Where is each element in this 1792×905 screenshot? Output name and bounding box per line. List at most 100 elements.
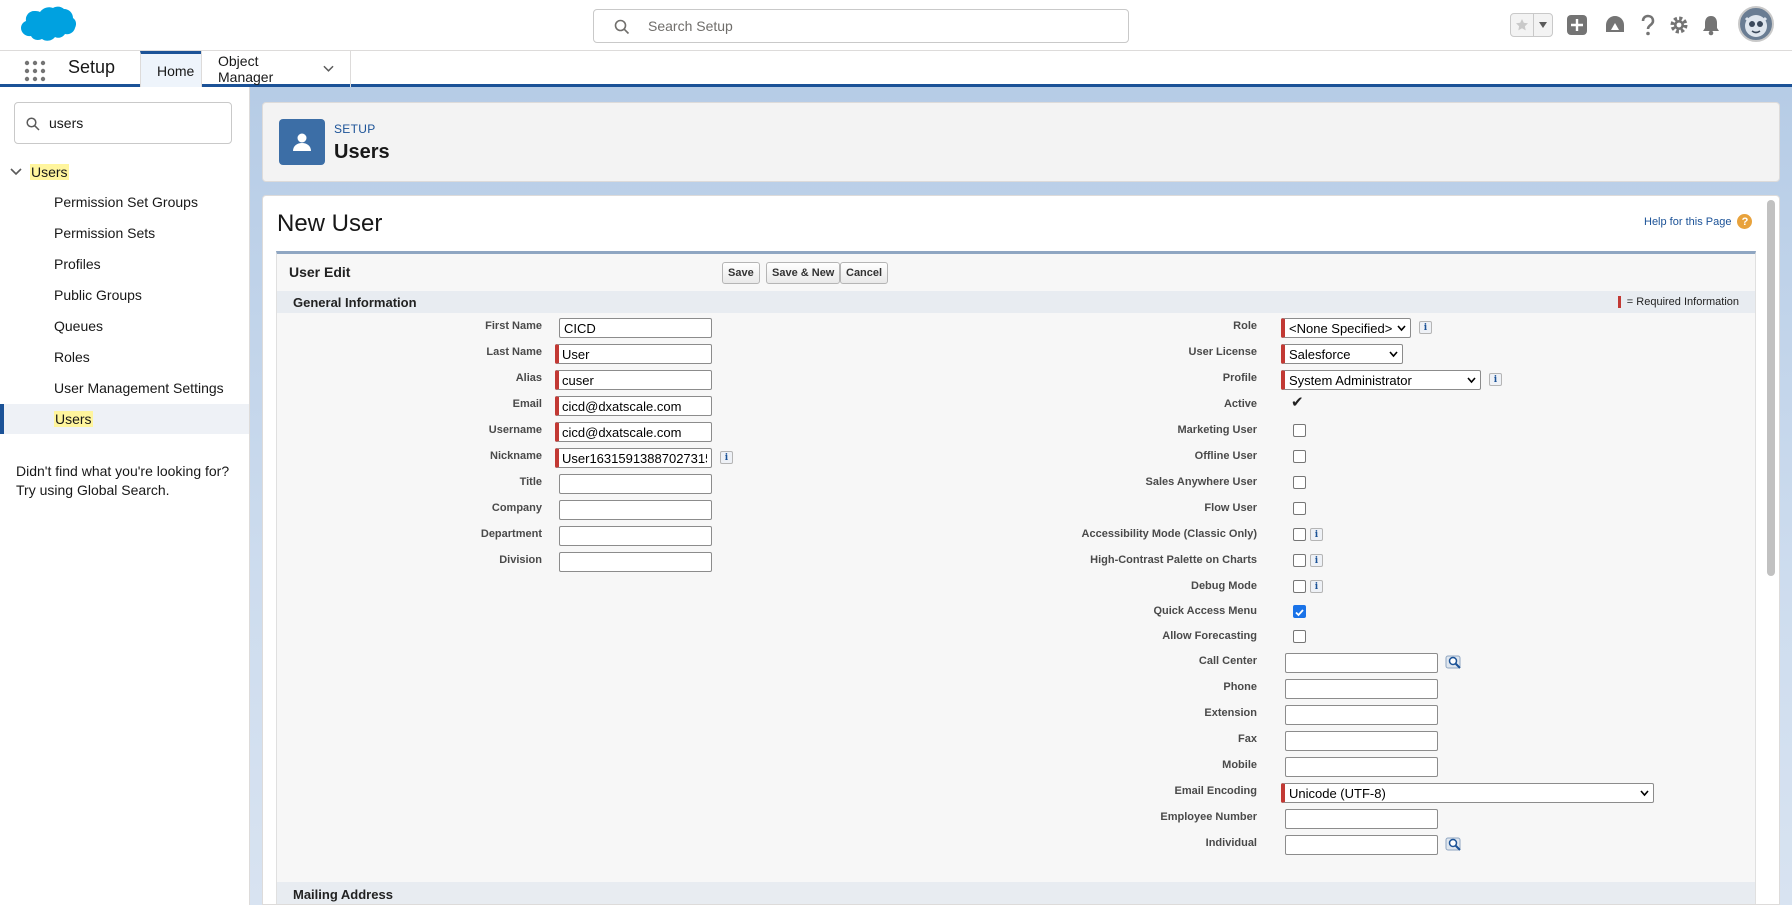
sidebar-item-label: User Management Settings xyxy=(54,380,224,396)
help-link-label: Help for this Page xyxy=(1644,215,1732,228)
save-new-button[interactable]: Save & New xyxy=(766,262,841,284)
label-high-contrast: High-Contrast Palette on Charts xyxy=(1090,554,1257,566)
global-search-input[interactable] xyxy=(646,16,1106,36)
block-title: User Edit xyxy=(289,264,351,280)
avatar[interactable] xyxy=(1738,6,1774,42)
flow-user-checkbox[interactable] xyxy=(1293,502,1306,515)
tree-node-users[interactable]: Users xyxy=(10,162,69,182)
info-icon[interactable]: i xyxy=(720,451,733,464)
title-field[interactable] xyxy=(559,474,712,494)
sidebar-item-permission-sets[interactable]: Permission Sets xyxy=(0,218,249,248)
chevron-down-icon[interactable] xyxy=(10,168,22,176)
required-legend-label: = Required Information xyxy=(1626,296,1739,308)
cancel-button[interactable]: Cancel xyxy=(840,262,889,284)
employee-number-field[interactable] xyxy=(1285,809,1438,829)
favorites-dropdown-icon[interactable] xyxy=(1534,14,1552,36)
quick-access-menu-checkbox[interactable] xyxy=(1293,605,1306,618)
lookup-icon[interactable] xyxy=(1445,654,1463,670)
first-name-field[interactable] xyxy=(559,318,712,338)
section-general-information: General Information = Required Informati… xyxy=(277,291,1755,313)
high-contrast-checkbox[interactable] xyxy=(1293,554,1306,567)
page-title: Users xyxy=(334,141,390,163)
sidebar-item-user-management-settings[interactable]: User Management Settings xyxy=(0,373,249,403)
gear-icon[interactable] xyxy=(1666,12,1692,38)
quick-find[interactable] xyxy=(14,102,232,144)
call-center-field[interactable] xyxy=(1285,653,1438,673)
save-button[interactable]: Save xyxy=(722,262,760,284)
sales-anywhere-user-checkbox[interactable] xyxy=(1293,476,1306,489)
label-last-name: Last Name xyxy=(486,346,542,358)
department-field[interactable] xyxy=(559,526,712,546)
marketing-user-checkbox[interactable] xyxy=(1293,424,1306,437)
favorites-group[interactable] xyxy=(1510,13,1553,37)
label-debug-mode: Debug Mode xyxy=(1191,580,1257,592)
global-search[interactable] xyxy=(593,9,1129,43)
chevron-down-icon xyxy=(1389,351,1398,358)
label-nickname: Nickname xyxy=(490,450,542,462)
sidebar-item-permission-set-groups[interactable]: Permission Set Groups xyxy=(0,187,249,217)
username-field[interactable] xyxy=(555,422,712,442)
role-select[interactable]: <None Specified> xyxy=(1281,318,1411,338)
trailhead-icon[interactable] xyxy=(1602,12,1628,38)
favorite-star-icon[interactable] xyxy=(1511,14,1535,36)
page-header: SETUP Users xyxy=(262,102,1780,182)
sidebar-item-roles[interactable]: Roles xyxy=(0,342,249,372)
sidebar-item-label: Queues xyxy=(54,318,104,334)
profile-select[interactable]: System Administrator xyxy=(1281,370,1481,390)
lookup-icon[interactable] xyxy=(1445,836,1463,852)
alias-field[interactable] xyxy=(555,370,712,390)
company-field[interactable] xyxy=(559,500,712,520)
app-launcher-icon[interactable] xyxy=(24,60,46,82)
email-encoding-select-value: Unicode (UTF-8) xyxy=(1289,785,1386,801)
phone-field[interactable] xyxy=(1285,679,1438,699)
info-icon[interactable]: i xyxy=(1310,554,1323,567)
last-name-field[interactable] xyxy=(555,344,712,364)
help-icon[interactable] xyxy=(1635,12,1661,38)
search-icon xyxy=(26,117,40,131)
accessibility-mode-checkbox[interactable] xyxy=(1293,528,1306,541)
email-field[interactable] xyxy=(555,396,712,416)
search-icon xyxy=(614,19,630,35)
sidebar-item-profiles[interactable]: Profiles xyxy=(0,249,249,279)
breadcrumb[interactable]: SETUP xyxy=(334,122,376,136)
salesforce-cloud-icon[interactable] xyxy=(14,6,76,46)
bell-icon[interactable] xyxy=(1698,12,1724,38)
allow-forecasting-checkbox[interactable] xyxy=(1293,630,1306,643)
nickname-field[interactable] xyxy=(555,448,712,468)
help-icon[interactable]: ? xyxy=(1737,214,1753,229)
global-header xyxy=(0,0,1792,51)
user-edit-block: User Edit Save Save & New Cancel General… xyxy=(276,251,1756,904)
debug-mode-checkbox[interactable] xyxy=(1293,580,1306,593)
quick-find-input[interactable] xyxy=(47,113,227,133)
fax-field[interactable] xyxy=(1285,731,1438,751)
sidebar-item-queues[interactable]: Queues xyxy=(0,311,249,341)
email-encoding-select[interactable]: Unicode (UTF-8) xyxy=(1281,783,1654,803)
sidebar-item-users[interactable]: Users xyxy=(0,404,249,434)
scrollbar-thumb[interactable] xyxy=(1767,200,1775,576)
label-email-encoding: Email Encoding xyxy=(1174,785,1257,797)
label-profile: Profile xyxy=(1222,372,1257,384)
mobile-field[interactable] xyxy=(1285,757,1438,777)
sidebar-hint-line: Didn't find what you're looking for? xyxy=(16,463,230,479)
sidebar-item-public-groups[interactable]: Public Groups xyxy=(0,280,249,310)
chevron-down-icon[interactable] xyxy=(323,65,334,73)
add-icon[interactable] xyxy=(1564,12,1590,38)
tab-object-manager[interactable]: Object Manager xyxy=(201,51,351,87)
offline-user-checkbox[interactable] xyxy=(1293,450,1306,463)
info-icon[interactable]: i xyxy=(1310,580,1323,593)
help-link[interactable]: Help for this Page ? xyxy=(1644,214,1753,229)
user-license-select[interactable]: Salesforce xyxy=(1281,344,1403,364)
tab-home[interactable]: Home xyxy=(140,51,201,87)
label-user-license: User License xyxy=(1188,346,1257,358)
info-icon[interactable]: i xyxy=(1489,373,1502,386)
info-icon[interactable]: i xyxy=(1419,321,1432,334)
label-allow-forecasting: Allow Forecasting xyxy=(1162,630,1257,642)
label-active: Active xyxy=(1223,398,1257,410)
individual-field[interactable] xyxy=(1285,835,1438,855)
extension-field[interactable] xyxy=(1285,705,1438,725)
profile-select-value: System Administrator xyxy=(1289,372,1412,388)
label-extension: Extension xyxy=(1204,707,1257,719)
info-icon[interactable]: i xyxy=(1310,528,1323,541)
section-mailing-address: Mailing Address xyxy=(277,882,1755,904)
division-field[interactable] xyxy=(559,552,712,572)
